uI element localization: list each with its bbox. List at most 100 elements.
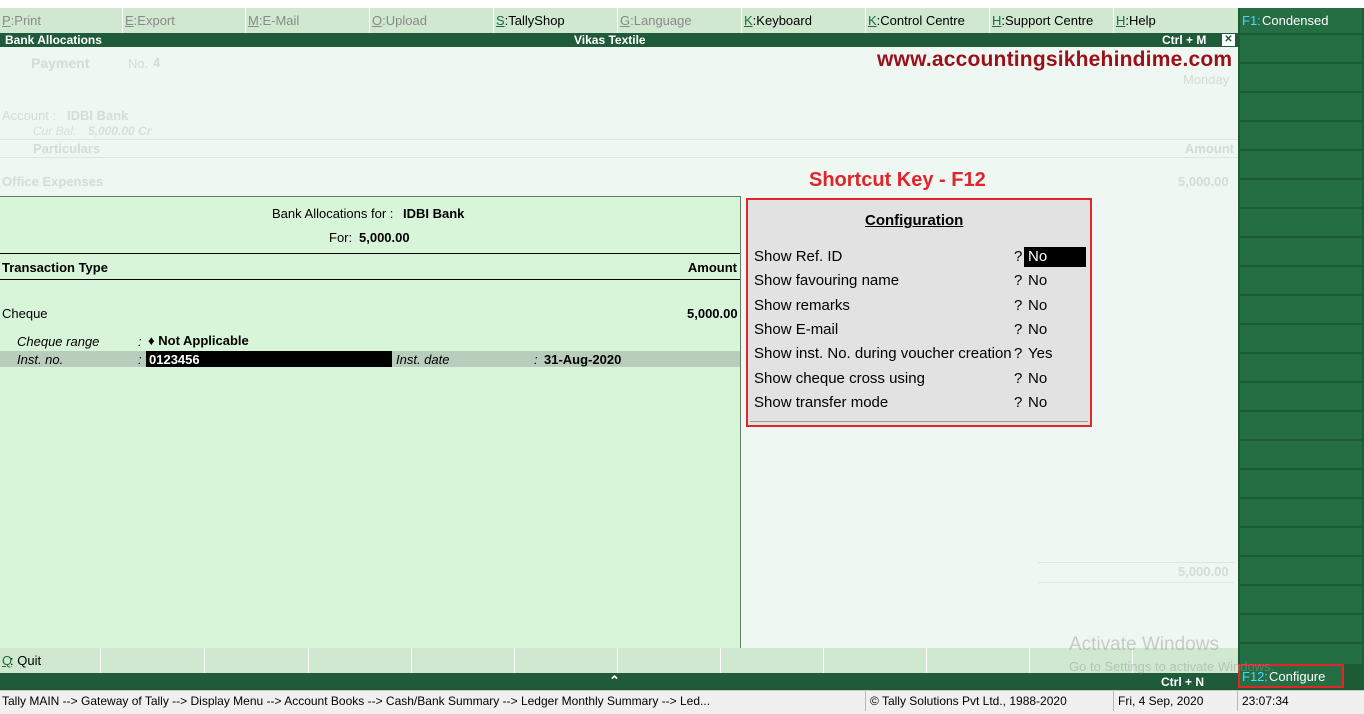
empty-button-slot <box>1240 412 1362 439</box>
menu-key: H <box>992 13 1002 28</box>
status-date: Fri, 4 Sep, 2020 <box>1114 691 1238 711</box>
menu-tallyshop[interactable]: S:TallyShop <box>494 8 618 33</box>
inst-no-label: Inst. no. <box>17 352 64 367</box>
menu-label: TallyShop <box>508 13 565 28</box>
voucher-day: Monday <box>1183 72 1230 87</box>
transaction-amount-value[interactable]: 5,000.00 <box>687 306 738 321</box>
menu-keyboard[interactable]: K:Keyboard <box>742 8 866 33</box>
inst-no-value: 0123456 <box>149 352 200 367</box>
config-label: Show favouring name <box>754 272 900 289</box>
quit-button[interactable]: Q : Quit <box>0 648 101 673</box>
config-value[interactable]: Yes <box>1028 345 1052 362</box>
button-panel: F1: Condensed F12: Configure <box>1238 8 1364 690</box>
empty-button-slot <box>1240 528 1362 555</box>
config-value: No <box>1028 248 1048 265</box>
empty-button-slot <box>1240 209 1362 236</box>
menu-help[interactable]: H:Help <box>1114 8 1238 33</box>
empty-button-slot <box>1240 151 1362 178</box>
activate-windows-title: Activate Windows <box>1069 634 1219 655</box>
account-value: IDBI Bank <box>67 108 129 123</box>
menu-email[interactable]: M:E-Mail <box>246 8 370 33</box>
cheque-range-value[interactable]: ♦ Not Applicable <box>148 333 249 348</box>
config-question: ? <box>1014 370 1023 387</box>
empty-bottom-slot <box>515 648 618 673</box>
empty-button-slot <box>1240 93 1362 120</box>
config-row-inst-no[interactable]: Show inst. No. during voucher creation ?… <box>754 344 1084 364</box>
config-value-field[interactable]: No <box>1024 247 1086 267</box>
bank-allocation-panel: Bank Allocations for : IDBI Bank For: 5,… <box>0 196 741 648</box>
config-row-favouring-name[interactable]: Show favouring name ? No <box>754 271 1084 291</box>
ctrl-m-shortcut: Ctrl + M <box>1162 33 1207 47</box>
menu-language[interactable]: G:Language <box>618 8 742 33</box>
config-row-remarks[interactable]: Show remarks ? No <box>754 296 1084 316</box>
config-value[interactable]: No <box>1028 394 1047 411</box>
config-question: ? <box>1014 248 1023 265</box>
close-icon[interactable]: ✕ <box>1222 34 1235 46</box>
voucher-no-value: 4 <box>153 55 161 70</box>
config-value[interactable]: No <box>1028 272 1047 289</box>
empty-button-slot <box>1240 296 1362 323</box>
menu-label: Control Centre <box>880 13 965 28</box>
config-question: ? <box>1014 345 1023 362</box>
menu-key: E <box>125 13 134 28</box>
f1-key: F1: <box>1242 13 1261 28</box>
configuration-popup: Configuration Show Ref. ID ? No Show fav… <box>746 198 1092 427</box>
menu-print[interactable]: P:Print <box>0 8 123 33</box>
config-label: Show cheque cross using <box>754 370 925 387</box>
menu-label: Keyboard <box>756 13 812 28</box>
config-value[interactable]: No <box>1028 321 1047 338</box>
quit-label: : Quit <box>10 653 42 668</box>
scroll-up-icon[interactable]: ⌃ <box>609 673 620 689</box>
inst-date-colon: : <box>534 352 538 367</box>
config-question: ? <box>1014 272 1023 289</box>
activate-windows-hint: Go to Settings to activate Windows. <box>1069 659 1275 674</box>
config-row-email[interactable]: Show E-mail ? No <box>754 320 1084 340</box>
account-label: Account : <box>2 108 57 123</box>
menu-upload[interactable]: O:Upload <box>370 8 494 33</box>
config-label: Show remarks <box>754 297 850 314</box>
empty-button-slot <box>1240 180 1362 207</box>
config-title: Configuration <box>865 212 964 229</box>
menu-key: K <box>744 13 753 28</box>
menu-label: Print <box>14 13 42 28</box>
empty-button-slot <box>1240 441 1362 468</box>
menu-support-centre[interactable]: H:Support Centre <box>990 8 1114 33</box>
inst-date-value[interactable]: 31-Aug-2020 <box>544 352 621 367</box>
config-question: ? <box>1014 321 1023 338</box>
config-value[interactable]: No <box>1028 297 1047 314</box>
config-bottom-rule <box>750 421 1088 422</box>
config-row-transfer-mode[interactable]: Show transfer mode ? No <box>754 393 1084 413</box>
screen-title: Bank Allocations <box>5 33 102 47</box>
empty-button-slot <box>1240 586 1362 613</box>
bottom-button-bar: Q : Quit <box>0 648 1238 673</box>
allocation-for-value: 5,000.00 <box>359 230 410 245</box>
menu-export[interactable]: E:Export <box>123 8 246 33</box>
amount-header: Amount <box>1184 141 1234 156</box>
empty-button-slot <box>1240 122 1362 149</box>
config-label: Show transfer mode <box>754 394 889 411</box>
config-row-ref-id[interactable]: Show Ref. ID ? No <box>754 247 1086 267</box>
empty-button-slot <box>1240 557 1362 584</box>
allocation-title-label: Bank Allocations for : <box>272 206 394 221</box>
config-value[interactable]: No <box>1028 370 1047 387</box>
menu-key: O <box>372 13 383 28</box>
config-row-cheque-cross[interactable]: Show cheque cross using ? No <box>754 369 1084 389</box>
shortcut-note: Shortcut Key - F12 <box>809 169 986 191</box>
allocation-for-label: For: <box>329 230 353 245</box>
config-label: Show inst. No. during voucher creation <box>754 345 1012 362</box>
status-bar: Tally MAIN --> Gateway of Tally --> Disp… <box>0 690 1364 714</box>
transaction-type-value[interactable]: Cheque <box>2 306 48 321</box>
voucher-type: Payment <box>31 55 90 71</box>
menu-key: S <box>496 13 505 28</box>
voucher-no-label: No. <box>128 56 149 71</box>
f1-condensed-button[interactable]: F1: Condensed <box>1240 8 1362 33</box>
col-transaction-type: Transaction Type <box>2 260 108 275</box>
inst-no-field[interactable]: 0123456 <box>146 351 392 367</box>
menu-control-centre[interactable]: K:Control Centre <box>866 8 990 33</box>
empty-button-slot <box>1240 615 1362 642</box>
ctrl-n-shortcut: Ctrl + N <box>1161 675 1205 689</box>
allocation-header-row: Transaction Type Amount <box>0 253 740 280</box>
menu-label: E-Mail <box>262 13 300 28</box>
ledger-name: Office Expenses <box>2 174 104 189</box>
inst-date-label: Inst. date <box>396 352 450 367</box>
